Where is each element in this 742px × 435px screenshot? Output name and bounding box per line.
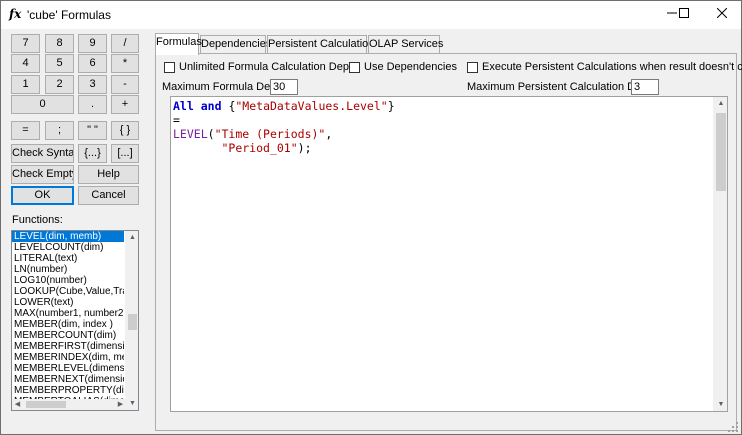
string-time-periods: "Time (Periods)" bbox=[214, 127, 326, 141]
function-list-item[interactable]: LEVELCOUNT(dim) bbox=[12, 242, 124, 253]
key-3[interactable]: 3 bbox=[78, 75, 107, 94]
function-list-item[interactable]: LN(number) bbox=[12, 264, 124, 275]
cancel-button[interactable]: Cancel bbox=[78, 186, 139, 205]
string-period-01: "Period_01" bbox=[221, 141, 298, 155]
key-5[interactable]: 5 bbox=[45, 54, 74, 73]
max-formula-depth-input[interactable]: 30 bbox=[270, 79, 298, 95]
formula-code: All and {"MetaDataValues.Level"} = LEVEL… bbox=[173, 99, 395, 155]
formulas-dialog: fx 'cube' Formulas 7 8 9 / 4 5 6 * 1 2 3… bbox=[0, 0, 742, 435]
key-quotes[interactable]: " " bbox=[78, 121, 107, 140]
function-list-item[interactable]: LEVEL(dim, memb) bbox=[12, 231, 124, 242]
insert-brackets-button[interactable]: [...] bbox=[111, 144, 139, 163]
functions-items: LEVEL(dim, memb) LEVELCOUNT(dim) LITERAL(t… bbox=[12, 231, 124, 407]
comma: , bbox=[325, 127, 333, 141]
keyword-and: and bbox=[200, 99, 222, 113]
ok-button[interactable]: OK bbox=[11, 186, 74, 205]
key-8[interactable]: 8 bbox=[45, 34, 74, 53]
resize-grip-icon[interactable] bbox=[727, 421, 739, 433]
check-empty-button[interactable]: Check Empty bbox=[11, 165, 74, 184]
key-4[interactable]: 4 bbox=[11, 54, 40, 73]
function-list-item[interactable]: MEMBERLEVEL(dimension bbox=[12, 363, 124, 374]
editor-scroll-up-icon[interactable]: ▲ bbox=[714, 97, 727, 110]
functions-horizontal-scrollbar[interactable]: ◀ ▶ bbox=[12, 399, 126, 410]
execute-persistent-checkbox[interactable] bbox=[467, 62, 478, 73]
key-decimal[interactable]: . bbox=[78, 95, 107, 114]
key-7[interactable]: 7 bbox=[11, 34, 40, 53]
key-minus[interactable]: - bbox=[111, 75, 139, 94]
use-dependencies-checkbox[interactable] bbox=[349, 62, 360, 73]
function-list-item[interactable]: MEMBERNEXT(dimension, bbox=[12, 374, 124, 385]
functions-list[interactable]: LEVEL(dim, memb) LEVELCOUNT(dim) LITERAL(t… bbox=[11, 230, 139, 411]
brace-close: } bbox=[387, 99, 395, 113]
function-list-item[interactable]: MEMBER(dim, index ) bbox=[12, 319, 124, 330]
scroll-right-icon[interactable]: ▶ bbox=[115, 398, 126, 409]
tab-olap-services[interactable]: OLAP Services bbox=[368, 35, 443, 54]
string-metadata: "MetaDataValues.Level" bbox=[235, 99, 388, 113]
horizontal-scroll-thumb[interactable] bbox=[26, 401, 66, 408]
paren-open: ( bbox=[207, 127, 215, 141]
editor-scroll-thumb[interactable] bbox=[716, 113, 726, 191]
help-button[interactable]: Help bbox=[78, 165, 139, 184]
use-dependencies-label: Use Dependencies bbox=[364, 61, 457, 73]
editor-vertical-scrollbar[interactable]: ▲ ▼ bbox=[713, 97, 727, 411]
functions-vertical-scrollbar[interactable]: ▲ ▼ bbox=[125, 231, 138, 410]
close-icon bbox=[716, 7, 728, 19]
function-level: LEVEL bbox=[173, 127, 208, 141]
window-title: 'cube' Formulas bbox=[27, 8, 111, 22]
scroll-down-icon[interactable]: ▼ bbox=[126, 397, 138, 410]
function-list-item[interactable]: LOG10(number) bbox=[12, 275, 124, 286]
function-list-item[interactable]: LOOKUP(Cube,Value,Tranl bbox=[12, 286, 124, 297]
function-list-item[interactable]: MEMBERFIRST(dimension bbox=[12, 341, 124, 352]
key-0[interactable]: 0 bbox=[11, 95, 74, 114]
function-list-item[interactable]: LOWER(text) bbox=[12, 297, 124, 308]
close-button[interactable] bbox=[699, 1, 742, 29]
key-plus[interactable]: + bbox=[111, 95, 139, 114]
tab-formulas[interactable]: Formulas bbox=[155, 33, 202, 55]
keyword-all: All bbox=[173, 99, 194, 113]
tab-persistent-calculations[interactable]: Persistent Calculations bbox=[267, 35, 380, 54]
scroll-up-icon[interactable]: ▲ bbox=[126, 231, 138, 244]
paren-close: ); bbox=[297, 141, 312, 155]
title-bar: fx 'cube' Formulas bbox=[1, 1, 741, 29]
function-list-item[interactable]: MEMBERINDEX(dim, meml bbox=[12, 352, 124, 363]
formula-editor[interactable]: All and {"MetaDataValues.Level"} = LEVEL… bbox=[170, 96, 728, 412]
check-syntax-button[interactable]: Check Syntax bbox=[11, 144, 74, 163]
key-divide[interactable]: / bbox=[111, 34, 139, 53]
max-persistent-depth-input[interactable]: 3 bbox=[631, 79, 659, 95]
function-list-item[interactable]: LITERAL(text) bbox=[12, 253, 124, 264]
key-2[interactable]: 2 bbox=[45, 75, 74, 94]
unlimited-depth-checkbox[interactable] bbox=[164, 62, 175, 73]
execute-persistent-label: Execute Persistent Calculations when res… bbox=[482, 61, 742, 73]
insert-braces-button[interactable]: {...} bbox=[78, 144, 107, 163]
scroll-left-icon[interactable]: ◀ bbox=[12, 398, 23, 409]
functions-label: Functions: bbox=[12, 214, 63, 226]
editor-scroll-down-icon[interactable]: ▼ bbox=[714, 398, 727, 411]
key-braces[interactable]: { } bbox=[111, 121, 139, 140]
fx-icon: fx bbox=[9, 7, 22, 21]
tab-dependencies[interactable]: Dependencies bbox=[200, 35, 271, 54]
key-6[interactable]: 6 bbox=[78, 54, 107, 73]
function-list-item[interactable]: MAX(number1, number2, ... bbox=[12, 308, 124, 319]
unlimited-depth-label: Unlimited Formula Calculation Depth bbox=[179, 61, 359, 73]
key-9[interactable]: 9 bbox=[78, 34, 107, 53]
key-semicolon[interactable]: ; bbox=[45, 121, 74, 140]
equals-operator: = bbox=[173, 113, 180, 127]
key-equals[interactable]: = bbox=[11, 121, 40, 140]
function-list-item[interactable]: MEMBERCOUNT(dim) bbox=[12, 330, 124, 341]
maximize-icon bbox=[679, 8, 689, 18]
scroll-thumb[interactable] bbox=[128, 314, 137, 330]
function-list-item[interactable]: MEMBERPROPERTY(dime bbox=[12, 385, 124, 396]
key-multiply[interactable]: * bbox=[111, 54, 139, 73]
key-1[interactable]: 1 bbox=[11, 75, 40, 94]
